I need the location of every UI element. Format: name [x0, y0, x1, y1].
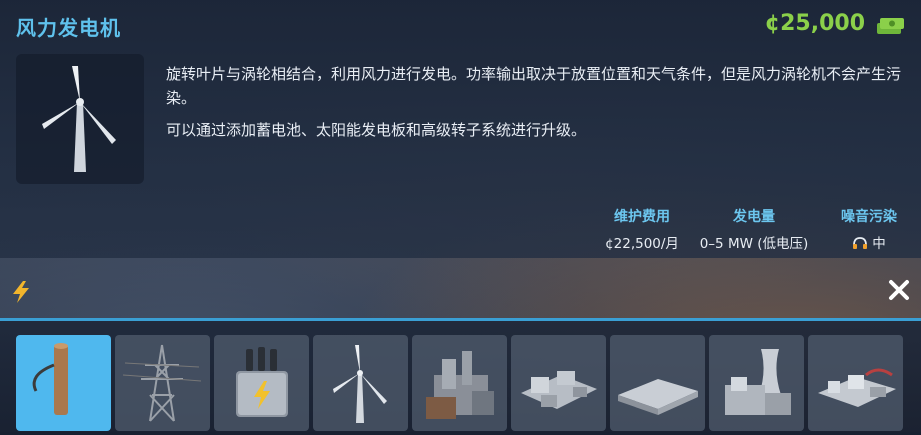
stat-label: 噪音污染 — [841, 209, 897, 225]
item-power-plant-complex[interactable] — [511, 335, 606, 431]
stat-upkeep: 维护费用 ¢22,500/月 — [597, 206, 687, 252]
utility-pole-icon — [32, 343, 68, 415]
headphones-icon — [853, 237, 868, 249]
transformer-icon — [236, 347, 288, 417]
item-industrial-plant[interactable] — [808, 335, 903, 431]
lightning-icon[interactable] — [10, 280, 32, 304]
stat-value: 中 — [872, 236, 886, 252]
item-solar-farm[interactable] — [610, 335, 705, 431]
info-panel: 风力发电机 ¢25,000 旋转叶片与涡轮相结合，利用风力进行发电。功率输出取决… — [0, 0, 921, 258]
industrial-plant-icon — [818, 368, 896, 407]
building-toolbar — [0, 318, 921, 435]
description-line: 旋转叶片与涡轮相结合，利用风力进行发电。功率输出取决于放置位置和天气条件，但是风… — [166, 65, 902, 107]
wind-turbine-icon — [42, 66, 116, 172]
transmission-tower-icon — [122, 344, 202, 422]
item-power-plant-large[interactable] — [412, 335, 507, 431]
item-utility-pole[interactable] — [16, 335, 111, 431]
money-icon — [877, 18, 904, 34]
building-title: 风力发电机 — [16, 16, 121, 40]
wind-turbine-icon — [333, 345, 387, 423]
item-wind-turbine[interactable] — [313, 335, 408, 431]
stat-label: 发电量 — [733, 209, 775, 225]
building-description: 旋转叶片与涡轮相结合，利用风力进行发电。功率输出取决于放置位置和天气条件，但是风… — [166, 62, 906, 150]
stat-label: 维护费用 — [614, 209, 670, 225]
stat-value: ¢22,500/月 — [605, 236, 679, 252]
nuclear-plant-icon — [725, 349, 791, 415]
factory-complex-icon — [521, 371, 597, 409]
item-transformer[interactable] — [214, 335, 309, 431]
building-price: ¢25,000 — [764, 11, 865, 36]
building-thumbnail — [16, 54, 144, 184]
stat-value: 0–5 MW (低电压) — [699, 236, 809, 252]
close-icon[interactable] — [887, 278, 911, 302]
stat-noise: 噪音污染 中 — [831, 206, 907, 252]
stat-power: 发电量 0–5 MW (低电压) — [689, 206, 819, 252]
item-nuclear-plant[interactable] — [709, 335, 804, 431]
item-transmission-tower[interactable] — [115, 335, 210, 431]
description-line: 可以通过添加蓄电池、太阳能发电板和高级转子系统进行升级。 — [166, 121, 587, 139]
power-plant-icon — [426, 351, 494, 419]
stat-value-row: 中 — [831, 232, 907, 252]
facility-icon — [618, 379, 698, 415]
